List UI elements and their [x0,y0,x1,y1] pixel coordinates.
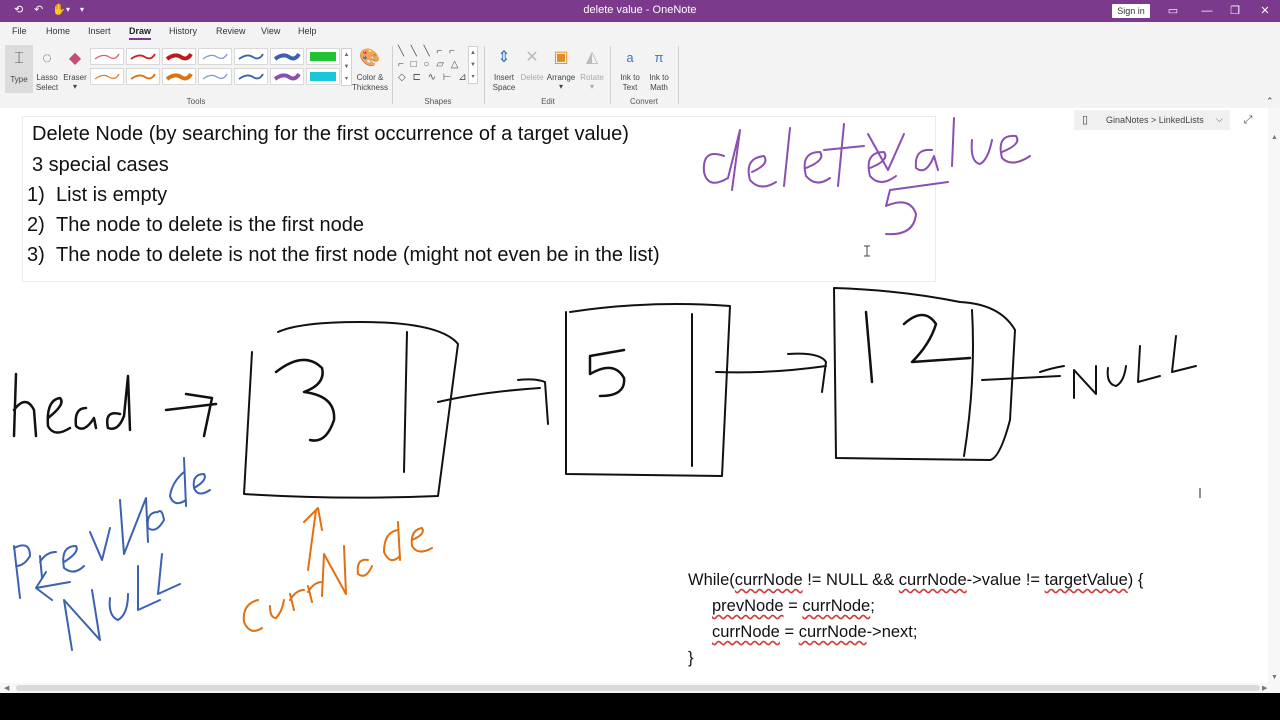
ink-layer [12,117,1201,651]
hw-node-value-3 [274,358,336,442]
hw-null-right [1073,335,1197,399]
scroll-down-icon[interactable]: ▼ [1271,674,1278,681]
node-divider-3 [963,309,974,457]
node-box-3 [833,287,1016,461]
text-cursor-icon [864,245,870,257]
scroll-left-icon[interactable]: ◀ [4,684,9,692]
letterbox-bar [0,693,1280,720]
arrow-node2-node3 [715,352,827,393]
node-box-1 [243,321,459,499]
hw-head [12,372,132,438]
node-box-2 [565,303,731,477]
hw-delete-value [702,117,1031,191]
arrow-node1-node2 [437,378,549,425]
arrow-head-node1 [164,392,218,438]
hw-node-value-5 [588,348,626,398]
hw-curr-arrow [303,507,323,571]
hw-node-value-12 [864,310,972,384]
node-divider-1 [403,331,408,473]
scroll-up-icon[interactable]: ▲ [1271,134,1278,141]
scroll-right-icon[interactable]: ▶ [1262,684,1267,692]
hw-curr-node [242,521,433,632]
scroll-thumb[interactable] [16,685,1260,691]
arrow-node3-null [981,365,1065,381]
hw-target-five [885,181,949,236]
vertical-scrollbar[interactable]: ▲ ▼ [1268,108,1280,683]
horizontal-scrollbar[interactable]: ◀ ▶ [0,683,1280,693]
